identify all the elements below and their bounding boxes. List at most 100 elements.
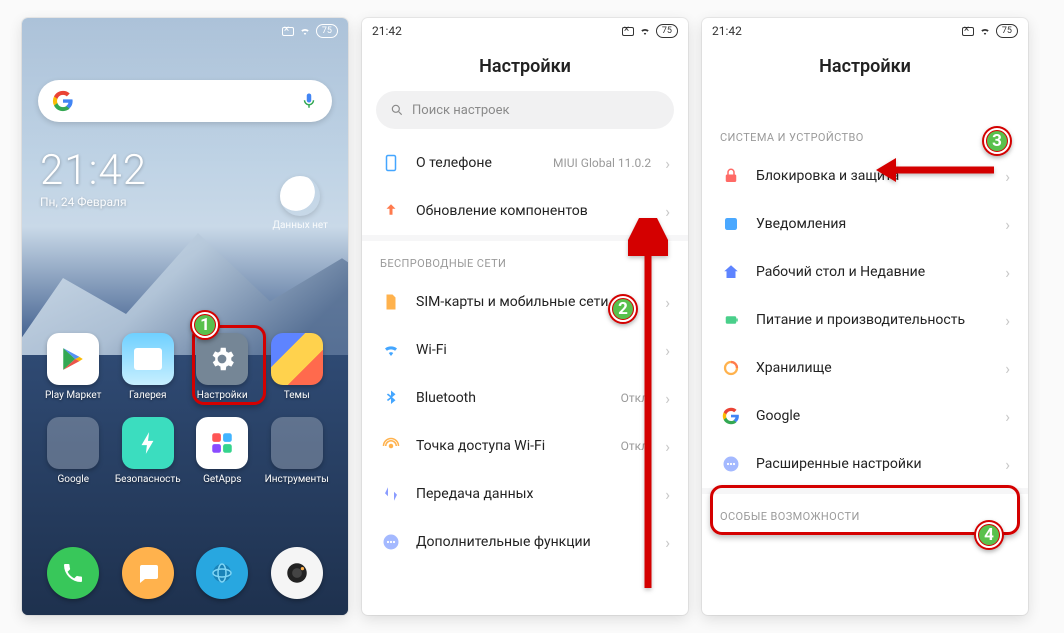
dock-phone[interactable] — [47, 547, 99, 599]
row-advanced[interactable]: Расширенные настройки › — [702, 440, 1028, 488]
row-more-label: Дополнительные функции — [416, 534, 651, 550]
badge-3-number: 3 — [980, 124, 1014, 158]
more-dots-icon — [380, 531, 402, 553]
status-bar: 75 — [22, 18, 348, 44]
sim-off-icon — [622, 27, 634, 36]
row-bt-value: Откл. — [621, 391, 652, 405]
data-transfer-icon — [380, 483, 402, 505]
wifi-icon — [299, 25, 311, 37]
row-update[interactable]: Обновление компонентов › — [362, 187, 688, 235]
row-data[interactable]: Передача данных › — [362, 470, 688, 518]
battery-indicator: 75 — [316, 24, 338, 38]
phone-outline-icon — [380, 152, 402, 174]
phone-screen-settings-2: 21:42 75 Настройки СИСТЕМА И УСТРОЙСТВО … — [702, 18, 1028, 615]
row-more[interactable]: Дополнительные функции › — [362, 518, 688, 566]
row-wifi[interactable]: Wi-Fi › — [362, 326, 688, 374]
weather-widget[interactable]: Данных нет — [272, 176, 328, 231]
app-getapps[interactable]: GetApps — [188, 417, 256, 485]
mic-icon[interactable] — [300, 92, 318, 110]
chevron-right-icon: › — [665, 154, 670, 173]
page-title: Настройки — [362, 44, 688, 91]
page-title: Настройки — [702, 44, 1028, 91]
phone-screen-home: 75 21:42 Пн, 24 Февраля Данных нет Play … — [22, 18, 348, 615]
row-google-label: Google — [756, 408, 991, 424]
badge-2-number: 2 — [606, 292, 640, 326]
app-security[interactable]: Безопасность — [114, 417, 182, 485]
chevron-right-icon: › — [1005, 215, 1010, 234]
chevron-right-icon: › — [665, 437, 670, 456]
chevron-right-icon: › — [1005, 311, 1010, 330]
message-icon — [136, 561, 160, 585]
search-placeholder: Поиск настроек — [412, 103, 510, 118]
battery-indicator: 75 — [996, 24, 1018, 38]
google-g-icon — [720, 405, 742, 427]
status-bar: 21:42 75 — [702, 18, 1028, 44]
row-bluetooth[interactable]: Bluetooth Откл. › — [362, 374, 688, 422]
chevron-right-icon: › — [1005, 407, 1010, 426]
badge-1-number: 1 — [188, 308, 222, 342]
chevron-right-icon: › — [665, 202, 670, 221]
row-wifi-label: Wi-Fi — [416, 342, 637, 358]
row-notif-label: Уведомления — [756, 216, 991, 232]
app-getapps-label: GetApps — [188, 474, 256, 485]
app-gallery[interactable]: Галерея — [114, 333, 182, 401]
callout-badge-4: 4 — [972, 518, 1006, 552]
update-arrow-icon — [380, 200, 402, 222]
row-notifications[interactable]: Уведомления › — [702, 200, 1028, 248]
storage-icon — [720, 357, 742, 379]
row-hotspot-value: Откл. — [621, 439, 652, 453]
chevron-right-icon: › — [1005, 455, 1010, 474]
folder-google[interactable]: Google — [39, 417, 107, 485]
shield-bolt-icon — [135, 430, 161, 456]
app-security-label: Безопасность — [114, 474, 182, 485]
row-storage[interactable]: Хранилище › — [702, 344, 1028, 392]
dock-messages[interactable] — [122, 547, 174, 599]
chevron-right-icon: › — [1005, 167, 1010, 186]
row-update-label: Обновление компонентов — [416, 203, 651, 219]
phone-icon — [61, 561, 85, 585]
folder-tools-label: Инструменты — [263, 474, 331, 485]
getapps-icon — [209, 430, 235, 456]
search-input[interactable]: Поиск настроек — [376, 91, 674, 129]
app-themes[interactable]: Темы — [263, 333, 331, 401]
sim-off-icon — [962, 27, 974, 36]
camera-icon — [284, 560, 310, 586]
more-dots-icon — [720, 453, 742, 475]
wifi-icon — [979, 25, 991, 37]
dock-browser[interactable] — [196, 547, 248, 599]
section-wireless-header: БЕСПРОВОДНЫЕ СЕТИ — [362, 241, 688, 278]
weather-text: Данных нет — [272, 220, 328, 231]
row-power[interactable]: Питание и производительность › — [702, 296, 1028, 344]
row-hotspot[interactable]: Точка доступа Wi-Fi Откл. › — [362, 422, 688, 470]
wifi-icon — [639, 25, 651, 37]
phone-screen-settings-1: 21:42 75 Настройки Поиск настроек О теле… — [362, 18, 688, 615]
row-home-screen[interactable]: Рабочий стол и Недавние › — [702, 248, 1028, 296]
row-google[interactable]: Google › — [702, 392, 1028, 440]
status-bar: 21:42 75 — [362, 18, 688, 44]
app-play-market[interactable]: Play Маркет — [39, 333, 107, 401]
battery-indicator: 75 — [656, 24, 678, 38]
badge-4-number: 4 — [972, 518, 1006, 552]
chevron-right-icon: › — [665, 293, 670, 312]
row-lock-label: Блокировка и защита — [756, 168, 991, 184]
row-advanced-label: Расширенные настройки — [756, 456, 991, 472]
gallery-icon — [134, 348, 162, 370]
row-about-phone[interactable]: О телефоне MIUI Global 11.0.2 › — [362, 139, 688, 187]
row-bt-label: Bluetooth — [416, 390, 607, 406]
weather-cloud-icon — [280, 176, 320, 216]
app-play-label: Play Маркет — [39, 390, 107, 401]
dock-camera[interactable] — [271, 547, 323, 599]
google-search-bar[interactable] — [38, 80, 332, 122]
chevron-right-icon: › — [1005, 359, 1010, 378]
sim-off-icon — [282, 27, 294, 36]
hotspot-icon — [380, 435, 402, 457]
row-data-label: Передача данных — [416, 486, 651, 502]
lock-icon — [720, 165, 742, 187]
row-power-label: Питание и производительность — [756, 312, 991, 328]
row-about-value: MIUI Global 11.0.2 — [553, 156, 651, 170]
app-themes-label: Темы — [263, 390, 331, 401]
row-lock[interactable]: Блокировка и защита › — [702, 152, 1028, 200]
folder-tools[interactable]: Инструменты — [263, 417, 331, 485]
app-gallery-label: Галерея — [114, 390, 182, 401]
chevron-right-icon: › — [665, 389, 670, 408]
